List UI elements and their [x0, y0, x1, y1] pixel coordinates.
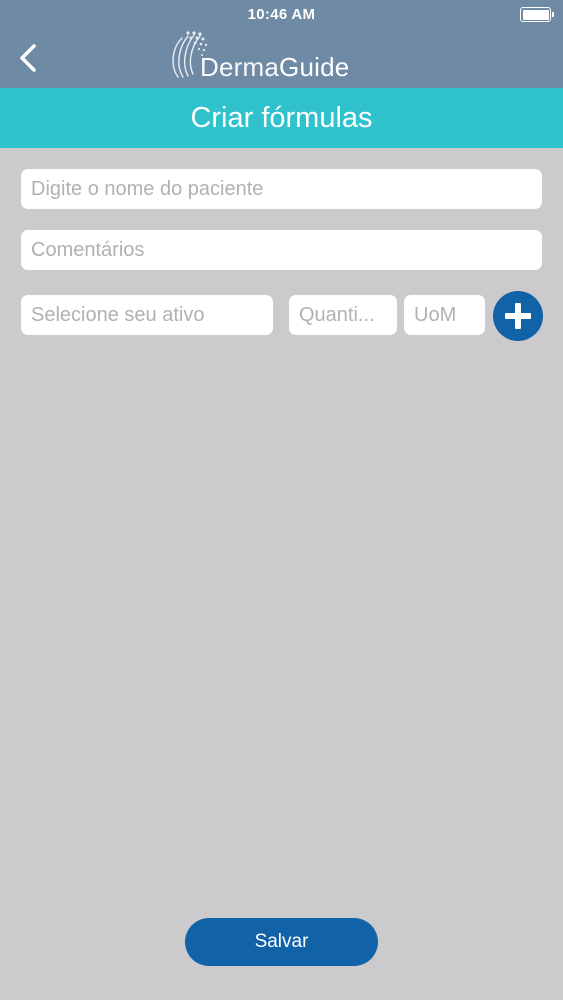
add-ingredient-button[interactable] [493, 291, 543, 341]
active-ingredient-input[interactable] [21, 295, 273, 335]
status-time: 10:46 AM [247, 6, 316, 23]
logo-text: DermaGuide [200, 52, 350, 82]
uom-input[interactable] [404, 295, 485, 335]
nav-bar: DermaGuide [0, 30, 563, 88]
save-button[interactable]: Salvar [185, 918, 378, 966]
chevron-left-icon [20, 44, 36, 72]
status-bar: 10:46 AM [0, 0, 563, 30]
quantity-input[interactable] [289, 295, 397, 335]
battery-icon [520, 7, 554, 22]
back-button[interactable] [10, 38, 46, 78]
patient-name-input[interactable] [21, 169, 542, 209]
dermaguide-logo: DermaGuide [168, 30, 368, 86]
page-title: Criar fórmulas [190, 102, 373, 134]
title-bar: Criar fórmulas [0, 88, 563, 148]
comments-input[interactable] [21, 230, 542, 270]
